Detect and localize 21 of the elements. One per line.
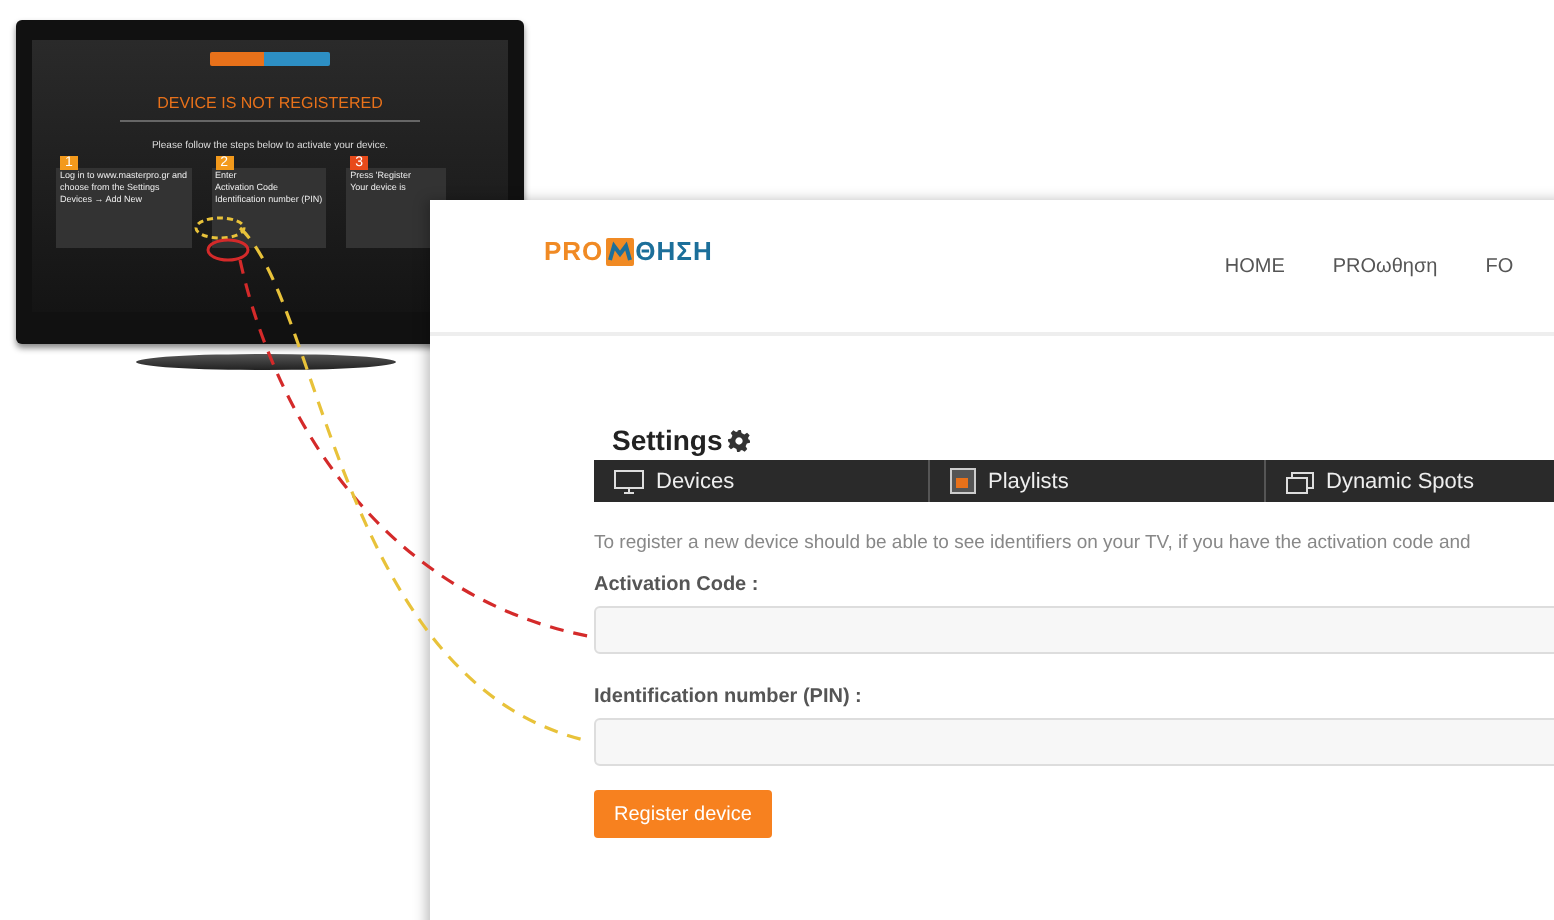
logo-text: PRO [544,236,604,266]
field-label: Activation Code : [594,574,761,596]
tab[interactable]: Playlists [930,460,1266,502]
tv-title: DEVICE IS NOT REGISTERED [157,94,383,112]
nav-link[interactable]: FO [1485,256,1514,278]
highlight-circle [206,238,250,262]
input-field[interactable] [594,606,1554,654]
input-field[interactable] [594,718,1554,766]
highlight-circle [194,216,246,240]
playlist-icon [950,468,976,494]
nav-link[interactable]: HOME [1224,256,1285,278]
windows-icon [1286,469,1314,493]
tab[interactable]: Devices [594,460,930,502]
settings-title: Settings [612,424,723,456]
description-text: To register a new device should be able to see identifiers on your TV, if you have the activation code and [594,532,1473,554]
nav-link[interactable]: PROωθηση [1332,256,1438,278]
monitor-icon [614,469,644,493]
logo-text: ΘΗΣΗ [635,236,713,266]
field-label: Identification number (PIN) : [594,686,864,708]
tab[interactable]: Dynamic Spots [1266,460,1554,502]
gear-icon [728,429,751,451]
